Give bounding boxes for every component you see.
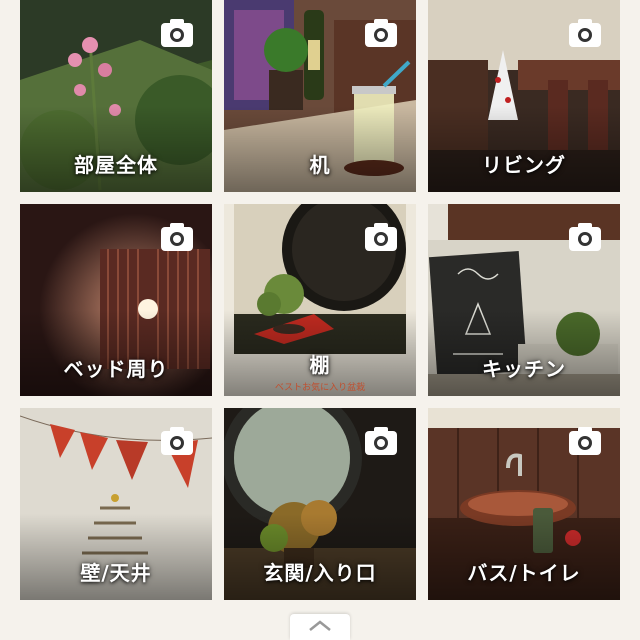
camera-icon — [365, 19, 397, 47]
category-label: 玄関/入り口 — [263, 561, 377, 585]
category-tile-bedside[interactable]: ベッド周り — [20, 204, 212, 396]
category-label: キッチン — [482, 357, 566, 381]
camera-icon — [569, 223, 601, 251]
camera-icon — [365, 427, 397, 455]
category-tile-whole-room[interactable]: 部屋全体 — [20, 0, 212, 192]
category-label: 壁/天井 — [80, 561, 152, 585]
camera-icon — [161, 223, 193, 251]
category-label: リビング — [482, 153, 566, 177]
category-label: ベッド周り — [63, 357, 169, 381]
category-tile-shelf[interactable]: ベストお気に入り盆栽 棚 — [224, 204, 416, 396]
chevron-up-icon — [309, 620, 331, 631]
camera-icon — [161, 19, 193, 47]
camera-icon — [161, 427, 193, 455]
category-tile-living[interactable]: リビング — [428, 0, 620, 192]
category-tile-bath-toilet[interactable]: バス/トイレ — [428, 408, 620, 600]
category-label: バス/トイレ — [467, 561, 581, 585]
camera-icon — [569, 427, 601, 455]
camera-icon — [569, 19, 601, 47]
photo-caption: ベストお気に入り盆栽 — [274, 383, 366, 393]
category-tile-kitchen[interactable]: キッチン — [428, 204, 620, 396]
collapse-handle[interactable] — [290, 614, 350, 640]
category-label: 部屋全体 — [74, 153, 158, 177]
category-label: 机 — [309, 153, 331, 177]
category-tile-desk[interactable]: 机 — [224, 0, 416, 192]
camera-icon — [365, 223, 397, 251]
category-tile-entrance[interactable]: 玄関/入り口 — [224, 408, 416, 600]
category-tile-wall-ceiling[interactable]: 壁/天井 — [20, 408, 212, 600]
category-label: 棚 — [309, 353, 331, 377]
